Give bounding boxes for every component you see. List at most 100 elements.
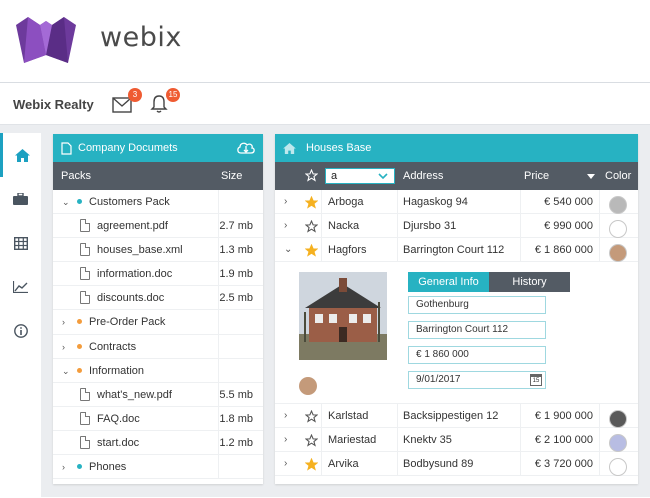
file-size: 5.5 mb (219, 388, 253, 401)
date-value: 9/01/2017 (416, 374, 461, 385)
house-address: Knektv 35 (403, 434, 452, 446)
chevron-right-icon[interactable]: › (62, 462, 65, 472)
house-price: € 540 000 (544, 196, 593, 208)
house-name: Karlstad (328, 410, 369, 422)
house-color-swatch[interactable] (609, 220, 627, 238)
house-color-swatch[interactable] (609, 244, 627, 262)
tree-file-row[interactable]: start.doc 1.2 mb (53, 430, 263, 456)
house-row[interactable]: › Mariestad Knektv 35 € 2 100 000 (275, 428, 638, 452)
sidebar-item-briefcase[interactable] (0, 177, 41, 221)
home-icon (14, 148, 30, 162)
webix-logo-icon (16, 17, 76, 63)
chart-icon (13, 281, 28, 293)
house-row[interactable]: › Arboga Hagaskog 94 € 540 000 (275, 190, 638, 214)
house-row[interactable]: › Arvika Bodbysund 89 € 3 720 000 (275, 452, 638, 476)
mail-button[interactable]: 3 (112, 88, 142, 114)
column-header-color[interactable]: Color (605, 170, 631, 182)
chevron-down-icon[interactable]: ⌄ (62, 197, 70, 208)
tab-general-info[interactable]: General Info (408, 272, 489, 292)
chevron-right-icon[interactable]: › (284, 458, 287, 469)
file-icon (80, 243, 90, 257)
city-field[interactable]: Gothenburg (408, 296, 546, 314)
house-color-swatch[interactable] (299, 377, 317, 395)
chevron-right-icon[interactable]: › (284, 410, 287, 421)
name-filter-input[interactable]: a (325, 168, 395, 184)
house-row[interactable]: › Nacka Djursbo 31 € 990 000 (275, 214, 638, 238)
house-address: Djursbo 31 (403, 220, 457, 232)
sidebar-item-chart[interactable] (0, 265, 41, 309)
column-header-price[interactable]: Price (524, 170, 549, 182)
house-row[interactable]: › Karlstad Backsippestigen 12 € 1 900 000 (275, 404, 638, 428)
tree-folder-row[interactable]: ⌄ Information (53, 358, 263, 383)
column-header-size[interactable]: Size (221, 170, 242, 182)
tree-file-row[interactable]: houses_base.xml 1.3 mb (53, 238, 263, 263)
documents-panel-title: Company Documets (78, 142, 178, 154)
detail-tabs: General Info History (408, 272, 570, 292)
chevron-down-icon[interactable]: ⌄ (62, 366, 70, 377)
address-field[interactable]: Barrington Court 112 (408, 321, 546, 339)
folder-dot-icon (77, 343, 82, 349)
column-header-address[interactable]: Address (403, 170, 443, 182)
star-filled-icon[interactable] (304, 195, 319, 212)
date-field[interactable]: 9/01/2017 15 (408, 371, 546, 389)
sidebar-item-home[interactable] (0, 133, 41, 177)
houses-panel-header: Houses Base (275, 134, 638, 162)
chevron-right-icon[interactable]: › (284, 220, 287, 231)
sidebar-item-info[interactable] (0, 309, 41, 353)
tree-file-row[interactable]: FAQ.doc 1.8 mb (53, 406, 263, 431)
tree-item-label: Pre-Order Pack (89, 316, 166, 329)
house-name: Hagfors (328, 244, 367, 256)
tree-file-row[interactable]: agreement.pdf 2.7 mb (53, 214, 263, 239)
house-color-swatch[interactable] (609, 196, 627, 214)
tree-file-row[interactable]: discounts.doc 2.5 mb (53, 286, 263, 311)
houses-panel-title: Houses Base (306, 142, 372, 154)
calendar-icon[interactable]: 15 (530, 374, 542, 386)
file-icon (80, 435, 90, 449)
file-size: 1.3 mb (219, 244, 253, 257)
house-price: € 1 860 000 (534, 244, 593, 256)
chevron-down-icon[interactable] (378, 173, 388, 180)
star-filled-icon[interactable] (304, 457, 319, 474)
file-icon (80, 387, 90, 401)
chevron-right-icon[interactable]: › (62, 317, 65, 327)
tree-item-label: what's_new.pdf (97, 388, 172, 401)
column-header-packs[interactable]: Packs (61, 170, 91, 182)
notifications-button[interactable]: 15 (150, 88, 180, 114)
tree-folder-row[interactable]: ⌄ Customers Pack (53, 190, 263, 215)
calendar-day: 15 (532, 378, 540, 384)
house-detail: General Info History Gothenburg Barringt… (275, 262, 638, 404)
tree-item-label: Phones (89, 461, 127, 474)
tree-file-row[interactable]: information.doc 1.9 mb (53, 262, 263, 287)
star-outline-icon[interactable] (304, 219, 319, 236)
mail-badge: 3 (128, 88, 142, 102)
star-outline-icon[interactable] (304, 433, 319, 450)
chevron-down-icon[interactable]: ⌄ (284, 244, 292, 255)
houses-rows-bottom: › Karlstad Backsippestigen 12 € 1 900 000 › M… (275, 404, 638, 476)
tree-item-label: Customers Pack (89, 196, 170, 208)
house-color-swatch[interactable] (609, 434, 627, 452)
file-icon (80, 219, 90, 233)
folder-dot-icon (77, 199, 82, 204)
house-address: Barrington Court 112 (403, 244, 505, 256)
house-color-swatch[interactable] (609, 410, 627, 428)
tree-folder-row[interactable]: › Pre-Order Pack (53, 310, 263, 335)
app-title: Webix Realty (13, 97, 94, 112)
tab-history[interactable]: History (489, 272, 570, 292)
chevron-right-icon[interactable]: › (284, 196, 287, 207)
chevron-right-icon[interactable]: › (284, 434, 287, 445)
sidebar-item-table[interactable] (0, 221, 41, 265)
house-color-swatch[interactable] (609, 458, 627, 476)
price-field[interactable]: € 1 860 000 (408, 346, 546, 364)
file-icon (80, 411, 90, 425)
tree-folder-row[interactable]: › Contracts (53, 334, 263, 359)
sort-desc-icon[interactable] (587, 174, 595, 179)
tree-folder-row[interactable]: › Phones (53, 455, 263, 480)
tree-file-row[interactable]: what's_new.pdf 5.5 mb (53, 382, 263, 407)
cloud-download-icon[interactable] (236, 140, 256, 156)
house-row[interactable]: ⌄ Hagfors Barrington Court 112 € 1 860 000 (275, 238, 638, 262)
star-filter-icon[interactable] (305, 169, 318, 182)
chevron-right-icon[interactable]: › (62, 342, 65, 352)
file-icon (80, 267, 90, 281)
star-outline-icon[interactable] (304, 409, 319, 426)
star-filled-icon[interactable] (304, 243, 319, 260)
